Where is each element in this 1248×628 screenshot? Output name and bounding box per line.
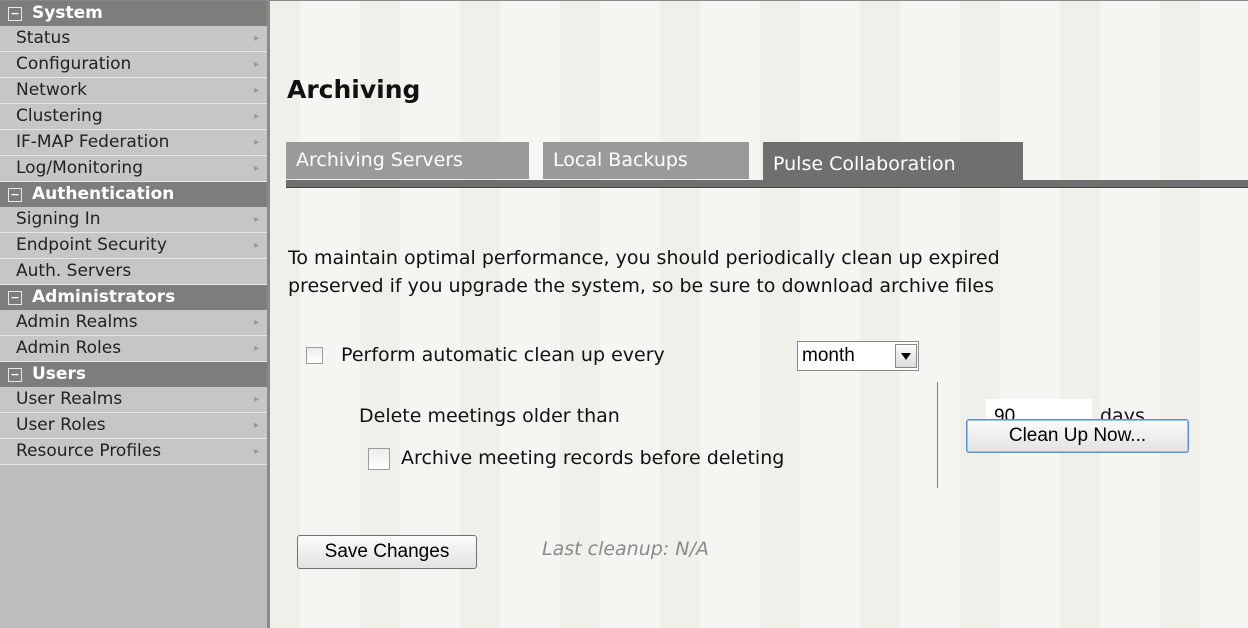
submenu-arrow-icon: ▸ bbox=[253, 137, 259, 148]
collapse-icon[interactable]: − bbox=[8, 290, 22, 305]
sidebar-item-network[interactable]: Network ▸ bbox=[0, 78, 267, 104]
sidebar-item-label: User Roles bbox=[16, 415, 106, 435]
cleanup-interval-select[interactable]: month bbox=[797, 341, 919, 371]
sidebar-nav: − System Status ▸ Configuration ▸ Network ▸ Clus… bbox=[0, 1, 270, 628]
auto-cleanup-label: Perform automatic clean up every bbox=[341, 344, 665, 366]
submenu-arrow-icon: ▸ bbox=[253, 33, 259, 44]
tab-underline bbox=[286, 180, 1248, 188]
sidebar-section-administrators[interactable]: − Administrators bbox=[0, 285, 267, 310]
sidebar-item-status[interactable]: Status ▸ bbox=[0, 26, 267, 52]
sidebar-item-label: Clustering bbox=[16, 106, 103, 126]
submenu-arrow-icon: ▸ bbox=[253, 343, 259, 354]
description-line-2: preserved if you upgrade the system, so … bbox=[288, 275, 994, 297]
sidebar-item-label: Admin Roles bbox=[16, 338, 122, 358]
submenu-arrow-icon: ▸ bbox=[253, 317, 259, 328]
archive-records-label: Archive meeting records before deleting bbox=[401, 447, 785, 469]
sidebar-item-signing-in[interactable]: Signing In ▸ bbox=[0, 207, 267, 233]
divider bbox=[937, 382, 938, 488]
auto-cleanup-checkbox[interactable] bbox=[306, 347, 323, 364]
sidebar-item-configuration[interactable]: Configuration ▸ bbox=[0, 52, 267, 78]
sidebar-item-resource-profiles[interactable]: Resource Profiles ▸ bbox=[0, 439, 267, 465]
sidebar-item-label: Admin Realms bbox=[16, 312, 138, 332]
sidebar-item-label: Status bbox=[16, 28, 71, 48]
archive-records-checkbox[interactable] bbox=[368, 447, 390, 470]
cleanup-interval-value: month bbox=[802, 345, 855, 366]
sidebar-item-log-monitoring[interactable]: Log/Monitoring ▸ bbox=[0, 156, 267, 182]
tab-local-backups[interactable]: Local Backups bbox=[543, 142, 749, 179]
chevron-down-icon[interactable] bbox=[895, 344, 917, 368]
description: To maintain optimal performance, you sho… bbox=[288, 244, 1248, 300]
submenu-arrow-icon: ▸ bbox=[253, 111, 259, 122]
sidebar-item-user-roles[interactable]: User Roles ▸ bbox=[0, 413, 267, 439]
sidebar-section-authentication[interactable]: − Authentication bbox=[0, 182, 267, 207]
main-content: Archiving Archiving Servers Local Backup… bbox=[270, 1, 1248, 628]
submenu-arrow-icon: ▸ bbox=[253, 85, 259, 96]
sidebar-item-label: Log/Monitoring bbox=[16, 158, 144, 178]
sidebar-item-label: Signing In bbox=[16, 209, 101, 229]
submenu-arrow-icon: ▸ bbox=[253, 163, 259, 174]
collapse-icon[interactable]: − bbox=[8, 367, 22, 382]
page-title: Archiving bbox=[287, 75, 421, 104]
sidebar-item-auth-servers[interactable]: Auth. Servers bbox=[0, 259, 267, 285]
last-cleanup-status: Last cleanup: N/A bbox=[542, 538, 709, 560]
collapse-icon[interactable]: − bbox=[8, 6, 22, 21]
sidebar-section-title: Administrators bbox=[32, 287, 176, 307]
sidebar-section-title: Users bbox=[32, 364, 86, 384]
sidebar-item-label: Network bbox=[16, 80, 87, 100]
auto-cleanup-row: Perform automatic clean up every bbox=[306, 344, 665, 366]
submenu-arrow-icon: ▸ bbox=[253, 420, 259, 431]
sidebar-item-admin-roles[interactable]: Admin Roles ▸ bbox=[0, 336, 267, 362]
collapse-icon[interactable]: − bbox=[8, 187, 22, 202]
app-window: − System Status ▸ Configuration ▸ Network ▸ Clus… bbox=[0, 0, 1248, 628]
sidebar-item-clustering[interactable]: Clustering ▸ bbox=[0, 104, 267, 130]
archive-records-row: Archive meeting records before deleting bbox=[368, 447, 784, 470]
sidebar-item-label: IF-MAP Federation bbox=[16, 132, 170, 152]
sidebar-section-system[interactable]: − System bbox=[0, 1, 267, 26]
submenu-arrow-icon: ▸ bbox=[253, 214, 259, 225]
submenu-arrow-icon: ▸ bbox=[253, 446, 259, 457]
submenu-arrow-icon: ▸ bbox=[253, 394, 259, 405]
sidebar-item-label: Resource Profiles bbox=[16, 441, 162, 461]
save-changes-button[interactable]: Save Changes bbox=[297, 535, 477, 569]
sidebar-item-user-realms[interactable]: User Realms ▸ bbox=[0, 387, 267, 413]
sidebar-section-title: System bbox=[32, 3, 103, 23]
clean-up-now-button[interactable]: Clean Up Now... bbox=[966, 419, 1189, 453]
description-line-1: To maintain optimal performance, you sho… bbox=[288, 247, 1000, 269]
sidebar-item-label: User Realms bbox=[16, 389, 123, 409]
sidebar-item-label: Auth. Servers bbox=[16, 261, 132, 281]
tab-archiving-servers[interactable]: Archiving Servers bbox=[286, 142, 529, 179]
submenu-arrow-icon: ▸ bbox=[253, 59, 259, 70]
submenu-arrow-icon: ▸ bbox=[253, 240, 259, 251]
sidebar-item-label: Configuration bbox=[16, 54, 132, 74]
sidebar-section-users[interactable]: − Users bbox=[0, 362, 267, 387]
sidebar-section-title: Authentication bbox=[32, 184, 175, 204]
sidebar-item-label: Endpoint Security bbox=[16, 235, 167, 255]
sidebar-item-endpoint-security[interactable]: Endpoint Security ▸ bbox=[0, 233, 267, 259]
delete-meetings-label: Delete meetings older than bbox=[359, 405, 620, 427]
sidebar-item-if-map-federation[interactable]: IF-MAP Federation ▸ bbox=[0, 130, 267, 156]
tab-pulse-collaboration[interactable]: Pulse Collaboration bbox=[763, 142, 1023, 183]
sidebar-item-admin-realms[interactable]: Admin Realms ▸ bbox=[0, 310, 267, 336]
